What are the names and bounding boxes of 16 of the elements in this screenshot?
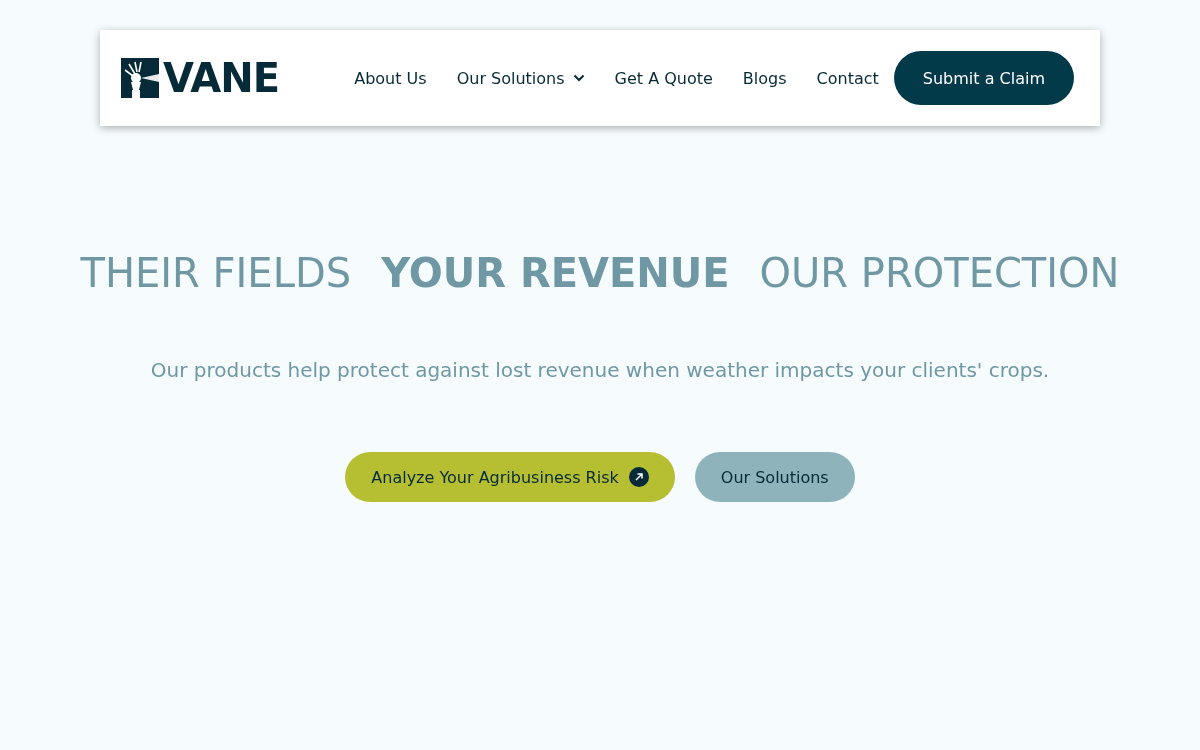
hero-headline: THEIR FIELDS xyxy=(80,250,352,296)
nav-link[interactable]: Get A Quote xyxy=(599,68,728,88)
nav-link[interactable]: Our Solutions xyxy=(441,68,600,88)
submit-claim-button[interactable]: Submit a Claim xyxy=(893,51,1074,105)
hero-subtitle: Our products help protect against lost revenue when weather impacts your clients' crops. xyxy=(150,358,1050,382)
arrow-up-right-icon xyxy=(628,467,649,487)
torch-icon xyxy=(121,58,159,98)
hero-headline: OUR PROTECTION xyxy=(759,250,1120,296)
solutions-button[interactable]: Our Solutions xyxy=(694,452,855,502)
hero-headline: YOUR REVENUE xyxy=(381,250,730,296)
nav-link[interactable]: Blogs xyxy=(727,68,802,88)
analyze-risk-button[interactable]: Analyze Your Agribusiness Risk xyxy=(345,452,675,502)
nav-link[interactable]: About Us xyxy=(339,68,442,88)
nav-link[interactable]: Contact xyxy=(801,68,894,88)
logo-text: VANE xyxy=(163,58,279,98)
logo[interactable]: VANE xyxy=(121,58,279,98)
